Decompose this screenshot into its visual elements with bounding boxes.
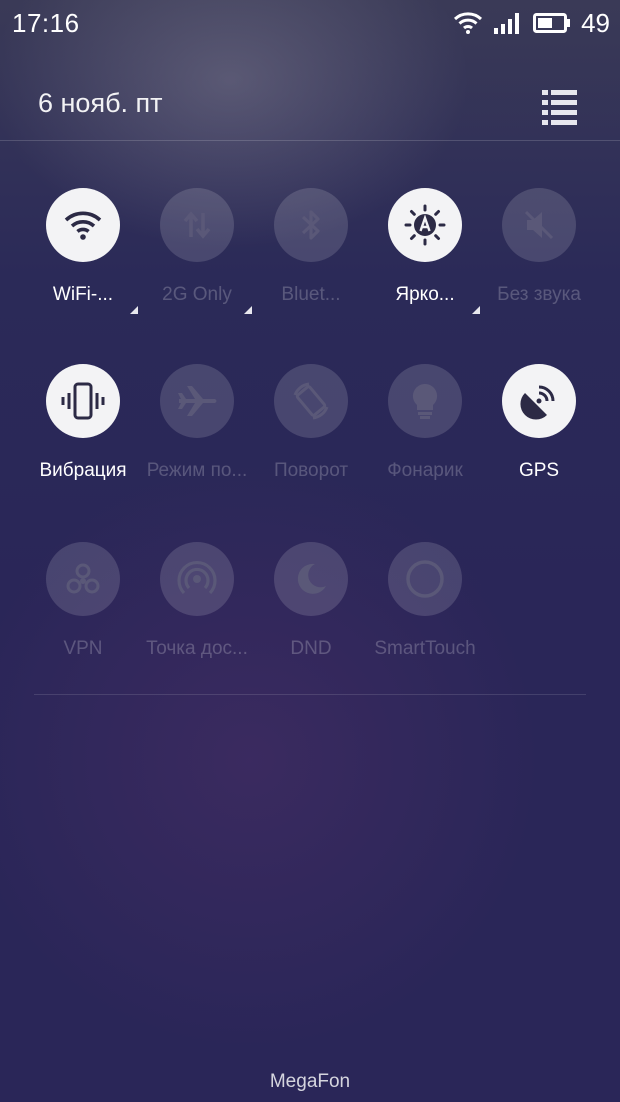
- date-label: 6 нояб. пт: [38, 88, 163, 118]
- toggle-gps[interactable]: GPS: [482, 364, 596, 504]
- toggle-label: Ярко...: [395, 284, 455, 305]
- vibration-icon: [61, 382, 105, 420]
- list-menu-icon: [542, 90, 577, 125]
- toggle-label: Без звука: [497, 284, 581, 305]
- toggle-label: Поворот: [273, 460, 349, 481]
- toggle-dnd[interactable]: DND: [254, 542, 368, 682]
- status-icons: 49: [453, 8, 610, 38]
- toggle-rotation[interactable]: Поворот: [254, 364, 368, 504]
- toggle-label: Bluet...: [281, 284, 341, 305]
- battery-level: 49: [581, 7, 610, 38]
- status-clock: 17:16: [12, 8, 80, 38]
- toggle-vibration[interactable]: Вибрация: [26, 364, 140, 504]
- toggle-label: Режим по...: [146, 460, 248, 481]
- toggle-label: Точка дос...: [146, 638, 248, 659]
- hotspot-icon: [177, 560, 217, 595]
- notification-header: 6 нояб. пт: [0, 70, 620, 142]
- battery-icon: [533, 11, 571, 35]
- carrier-label: MegaFon: [269, 1071, 351, 1092]
- toggle-label: DND: [290, 638, 332, 659]
- toggles-divider: [34, 694, 586, 695]
- toggle-airplane[interactable]: Режим по...: [140, 364, 254, 504]
- bluetooth-icon: [301, 210, 320, 240]
- vpn-icon: [66, 563, 100, 594]
- signal-icon: [493, 11, 523, 35]
- toggle-silent[interactable]: Без звука: [482, 188, 596, 328]
- gps-icon: [520, 385, 555, 420]
- auto-brightness-icon: [404, 204, 446, 246]
- toggle-flashlight[interactable]: Фонарик: [368, 364, 482, 504]
- toggle-vpn[interactable]: VPN: [26, 542, 140, 682]
- toggle-label: Вибрация: [39, 460, 127, 481]
- expand-triangle-icon: [244, 306, 252, 314]
- wifi-status-icon: [453, 11, 483, 35]
- moon-icon: [297, 563, 326, 594]
- toggle-wifi[interactable]: WiFi-...: [26, 188, 140, 328]
- toggle-network-mode[interactable]: 2G Only: [140, 188, 254, 328]
- airplane-icon: [178, 386, 217, 416]
- toggle-label: Фонарик: [387, 460, 463, 481]
- toggle-label: GPS: [518, 460, 560, 481]
- expand-triangle-icon: [130, 306, 138, 314]
- smarttouch-icon: [406, 560, 444, 598]
- list-menu-button[interactable]: [540, 86, 580, 126]
- toggle-label: VPN: [63, 638, 103, 659]
- header-divider: [0, 140, 620, 141]
- flashlight-icon: [412, 383, 438, 419]
- toggle-brightness[interactable]: Ярко...: [368, 188, 482, 328]
- toggle-smarttouch[interactable]: SmartTouch: [368, 542, 482, 682]
- mute-icon: [524, 210, 554, 240]
- expand-triangle-icon: [472, 306, 480, 314]
- rotate-icon: [293, 382, 329, 420]
- toggle-label: WiFi-...: [52, 284, 114, 305]
- status-bar: 17:16 49: [0, 0, 620, 46]
- wifi-icon: [64, 211, 102, 240]
- data-transfer-icon: [183, 211, 211, 239]
- toggle-bluetooth[interactable]: Bluet...: [254, 188, 368, 328]
- toggle-label: SmartTouch: [374, 638, 476, 659]
- toggle-label: 2G Only: [162, 284, 232, 305]
- toggle-hotspot[interactable]: Точка дос...: [140, 542, 254, 682]
